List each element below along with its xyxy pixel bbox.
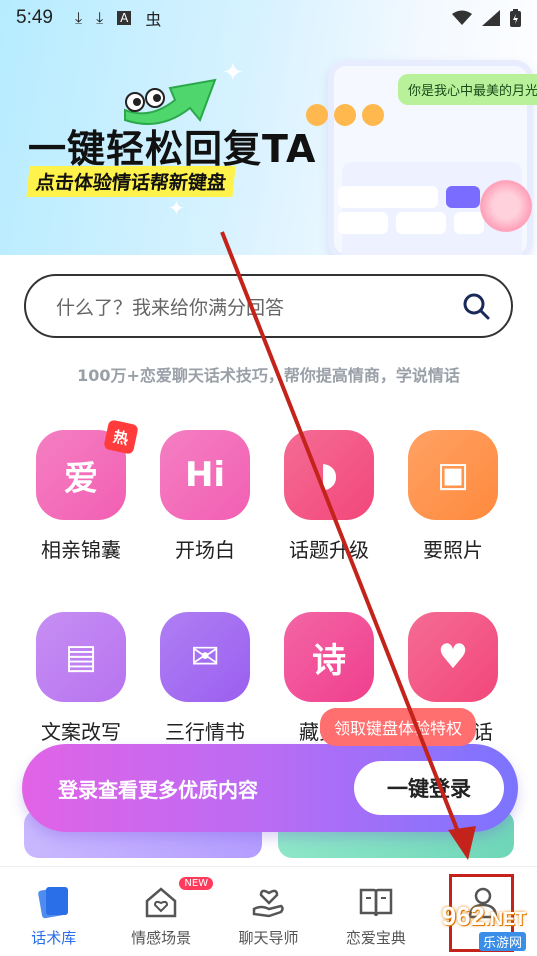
feature-glyph: 诗 [312,640,346,681]
wifi-icon [452,10,472,25]
feature-glyph: ✉ [190,637,220,677]
feature-label: 话题升级 [289,538,369,562]
keyboard-key [446,186,480,208]
sparkle-icon: ✦ [168,196,185,220]
banner-subtitle: 点击体验情话帮新键盘 [26,166,236,197]
hot-badge: 热 [103,419,139,455]
feature-item[interactable]: ◗ 话题升级 [274,430,384,563]
chat-bubble: 你是我心中最美的月光 [398,74,537,105]
money-bag-icon: 爱热 [36,419,139,520]
feature-label: 相亲锦囊 [41,538,121,562]
feature-item[interactable]: ▣ 要照片 [398,430,508,563]
site-watermark: 962.NET 乐游网 [398,901,534,951]
new-badge: NEW [179,877,214,890]
cards-icon [37,887,68,919]
login-prompt-text: 登录查看更多优质内容 [58,777,258,802]
keyboard-row [338,212,484,234]
tab-liaotian-daoshi[interactable]: 聊天导师 [215,867,322,956]
tab-label: 话术库 [31,929,77,947]
feature-label: 要照片 [423,538,483,562]
banner-title: 一键轻松回复TA [28,127,317,171]
emoji-icon [334,104,356,126]
hi-chat-icon: Hi [160,430,250,520]
feature-glyph: 爱 [64,458,98,499]
feature-label: 三行情书 [165,720,245,744]
watermark-number: 962.NET [441,901,526,931]
emoji-icon [306,104,328,126]
search-icon[interactable] [461,291,491,321]
lips-icon: ◗ [284,430,374,520]
tab-huashuku[interactable]: 话术库 [0,867,107,956]
feature-glyph: ▣ [436,455,470,495]
photo-icon: ▣ [408,430,498,520]
flower-decoration [476,176,536,236]
feature-label: 开场白 [175,538,235,562]
feature-item[interactable]: ▤ 文案改写 [26,612,136,745]
sparkle-icon: ✦ [222,58,244,88]
bug-icon: 虫 [145,10,162,29]
search-placeholder: 什么了？我来给你满分回答 [56,296,285,319]
feature-glyph: ▤ [64,637,98,677]
feature-glyph: ♥ [437,637,469,677]
tab-label: 聊天导师 [238,929,299,947]
house-heart-icon [145,887,177,918]
poem-icon: 诗 [284,612,374,702]
feature-item[interactable]: ✉ 三行情书 [150,612,260,745]
status-bar: 5:49 ⤓ ⤓ A 虫 [0,0,537,36]
feature-label: 文案改写 [41,720,121,744]
feature-glyph: ◗ [320,455,338,495]
keyboard-privilege-tooltip[interactable]: 领取键盘体验特权 [320,708,477,746]
tab-qinggan-changjing[interactable]: NEW 情感场景 [107,867,214,956]
tab-label: 情感场景 [131,929,192,947]
battery-icon [510,9,521,27]
search-input[interactable]: 什么了？我来给你满分回答 [24,274,513,338]
heart-chat-icon: ♥ [408,612,498,702]
promo-banner[interactable]: ✦ ✦ 一键轻松回复TA 点击体验情话帮新键盘 你是我心中最美的月光 [0,0,537,255]
a-keyboard-icon: A [117,11,132,25]
signal-icon [482,10,500,26]
emoji-icon [362,104,384,126]
watermark-subtitle: 乐游网 [478,932,526,951]
emoji-row [306,104,384,126]
feature-item[interactable]: Hi 开场白 [150,430,260,563]
download-icon: ⤓ [74,8,83,27]
document-icon: ▤ [36,612,126,702]
tagline: 100万+恋爱聊天话术技巧，帮你提高情商，学说情话 [77,366,460,385]
book-icon [359,888,393,917]
tab-label: 恋爱宝典 [345,929,406,947]
hand-heart-icon [252,889,284,918]
love-letter-icon: ✉ [160,612,250,702]
status-time: 5:49 [16,7,53,28]
feature-glyph: Hi [184,455,226,495]
keyboard-row [338,186,480,208]
feature-item[interactable]: 爱热相亲锦囊 [26,419,139,563]
login-banner[interactable]: 登录查看更多优质内容 一键登录 [22,744,518,832]
download-icon: ⤓ [96,8,104,27]
status-right [452,9,521,27]
keyboard-key [396,212,446,234]
keyboard-key [338,212,388,234]
one-click-login-button[interactable]: 一键登录 [354,761,504,815]
keyboard-key [338,186,438,208]
